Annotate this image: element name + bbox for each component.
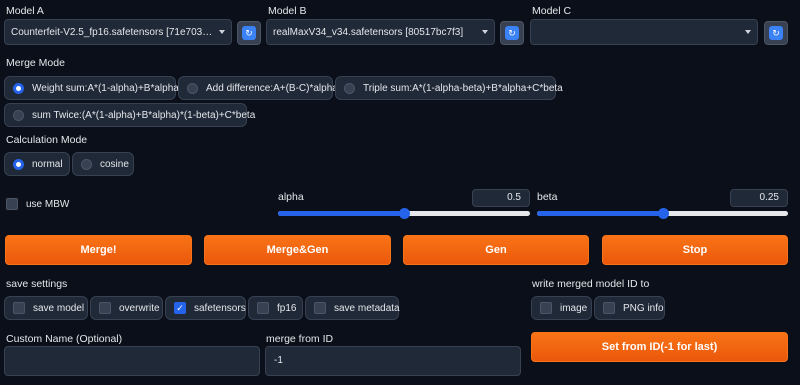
safetensors-label: safetensors — [194, 302, 246, 314]
radio-selected[interactable] — [13, 82, 24, 94]
merge-mode-weight-sum[interactable]: Weight sum:A*(1-alpha)+B*alpha — [4, 76, 179, 100]
merge-mode-label: Merge Mode — [6, 57, 65, 69]
merge-from-id-input[interactable]: -1 — [265, 346, 521, 376]
model-c-dropdown[interactable] — [530, 19, 758, 45]
alpha-label: alpha — [278, 191, 304, 203]
model-b-value: realMaxV34_v34.safetensors [80517bc7f3] — [273, 26, 464, 38]
refresh-icon: ↻ — [242, 26, 256, 40]
image-checkbox[interactable] — [540, 302, 552, 314]
merge-mode-sum-twice[interactable]: sum Twice:(A*(1-alpha)+B*alpha)*(1-beta)… — [4, 103, 255, 127]
save-metadata-checkbox[interactable] — [314, 302, 326, 314]
calc-mode-option-label: cosine — [100, 158, 129, 170]
write-id-image-option[interactable]: image — [531, 296, 592, 320]
alpha-slider[interactable] — [278, 208, 530, 219]
stop-button[interactable]: Stop — [602, 235, 788, 265]
save-metadata-option[interactable]: save metadata — [305, 296, 400, 320]
model-b-dropdown[interactable]: realMaxV34_v34.safetensors [80517bc7f3] — [266, 19, 495, 45]
png-info-checkbox[interactable] — [603, 302, 615, 314]
png-info-label: PNG info — [623, 302, 664, 314]
beta-slider-fill — [537, 211, 663, 216]
fp16-checkbox[interactable] — [257, 302, 269, 314]
merge-mode-option-label: Weight sum:A*(1-alpha)+B*alpha — [32, 82, 179, 94]
radio-selected[interactable] — [13, 158, 24, 170]
radio-unselected[interactable] — [344, 82, 355, 94]
save-settings-label: save settings — [6, 278, 68, 290]
safetensors-option[interactable]: ✓ safetensors — [165, 296, 246, 320]
overwrite-checkbox[interactable] — [99, 302, 111, 314]
model-b-label: Model B — [268, 5, 307, 17]
alpha-slider-thumb[interactable] — [399, 208, 410, 219]
chevron-down-icon — [482, 30, 488, 34]
model-a-value: Counterfeit-V2.5_fp16.safetensors [71e70… — [11, 26, 213, 38]
use-mbw-label: use MBW — [26, 198, 70, 210]
calc-mode-cosine[interactable]: cosine — [72, 152, 134, 176]
set-from-id-button[interactable]: Set from ID(-1 for last) — [531, 332, 788, 362]
calc-mode-normal[interactable]: normal — [4, 152, 70, 176]
alpha-number-input[interactable]: 0.5 — [472, 189, 530, 207]
merge-from-id-label: merge from ID — [266, 333, 334, 345]
fp16-option[interactable]: fp16 — [248, 296, 303, 320]
beta-slider-thumb[interactable] — [657, 208, 669, 219]
image-label: image — [560, 302, 588, 314]
alpha-slider-fill — [278, 211, 404, 216]
beta-number-input[interactable]: 0.25 — [730, 189, 788, 207]
model-a-label: Model A — [6, 5, 44, 17]
fp16-label: fp16 — [277, 302, 297, 314]
model-c-label: Model C — [532, 5, 572, 17]
write-id-label: write merged model ID to — [532, 278, 650, 290]
radio-unselected[interactable] — [187, 82, 198, 94]
merge-mode-option-label: sum Twice:(A*(1-alpha)+B*alpha)*(1-beta)… — [32, 109, 256, 121]
write-id-png-info-option[interactable]: PNG info — [594, 296, 665, 320]
check-icon[interactable]: ✓ — [174, 302, 186, 314]
beta-slider[interactable] — [537, 208, 788, 219]
calculation-mode-label: Calculation Mode — [6, 134, 88, 146]
model-a-refresh-button[interactable]: ↻ — [237, 21, 261, 45]
use-mbw-checkbox[interactable] — [6, 198, 18, 210]
model-b-refresh-button[interactable]: ↻ — [500, 21, 524, 45]
refresh-icon: ↻ — [505, 26, 519, 40]
custom-name-label: Custom Name (Optional) — [6, 333, 123, 345]
model-c-refresh-button[interactable]: ↻ — [764, 21, 788, 45]
merge-and-gen-button[interactable]: Merge&Gen — [204, 235, 391, 265]
chevron-down-icon — [219, 30, 225, 34]
beta-label: beta — [537, 191, 558, 203]
merge-mode-triple-sum[interactable]: Triple sum:A*(1-alpha-beta)+B*alpha+C*be… — [335, 76, 563, 100]
overwrite-option[interactable]: overwrite — [90, 296, 163, 320]
radio-unselected[interactable] — [13, 109, 24, 121]
save-model-option[interactable]: save model — [4, 296, 88, 320]
merge-mode-option-label: Add difference:A+(B-C)*alpha — [206, 82, 338, 94]
custom-name-input[interactable] — [4, 346, 260, 376]
chevron-down-icon — [745, 30, 751, 34]
merge-button[interactable]: Merge! — [5, 235, 192, 265]
save-model-checkbox[interactable] — [13, 302, 25, 314]
overwrite-label: overwrite — [119, 302, 160, 314]
calc-mode-option-label: normal — [32, 158, 63, 170]
gen-button[interactable]: Gen — [403, 235, 589, 265]
use-mbw-checkbox-row[interactable]: use MBW — [6, 198, 69, 210]
merge-mode-option-label: Triple sum:A*(1-alpha-beta)+B*alpha+C*be… — [363, 82, 563, 94]
save-metadata-label: save metadata — [334, 302, 400, 314]
save-model-label: save model — [33, 302, 85, 314]
model-a-dropdown[interactable]: Counterfeit-V2.5_fp16.safetensors [71e70… — [4, 19, 232, 45]
refresh-icon: ↻ — [769, 26, 783, 40]
radio-unselected[interactable] — [81, 158, 92, 170]
merge-mode-add-difference[interactable]: Add difference:A+(B-C)*alpha — [178, 76, 338, 100]
